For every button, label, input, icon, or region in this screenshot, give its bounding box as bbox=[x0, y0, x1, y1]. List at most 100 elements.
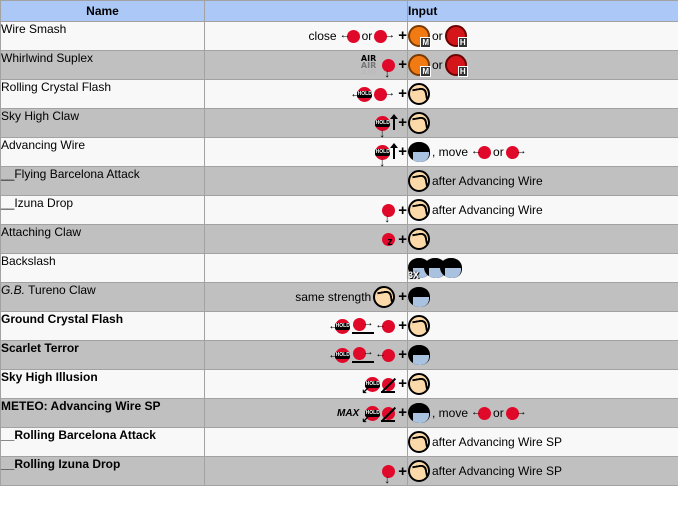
table-row: Wire Smash close ← or → + M or H bbox=[0, 21, 678, 51]
button-input: M or H bbox=[407, 21, 678, 51]
hold-back-icon: ← bbox=[328, 347, 351, 363]
stick-back-icon: ← bbox=[471, 406, 492, 420]
stick-forward-icon: → bbox=[505, 406, 527, 420]
button-input: 3X bbox=[407, 253, 678, 283]
direction-input: ↙ + bbox=[204, 369, 408, 399]
hold-down-back-icon: ↙ bbox=[361, 376, 381, 396]
or-label: or bbox=[432, 58, 443, 72]
punch-heavy-icon: H bbox=[444, 25, 468, 48]
close-label: close bbox=[308, 29, 337, 44]
table-row: Backslash 3X bbox=[0, 253, 678, 283]
direction-input: ← → + bbox=[204, 79, 408, 109]
direction-input: z + bbox=[204, 224, 408, 254]
button-input bbox=[407, 311, 678, 341]
punch-icon bbox=[373, 286, 396, 308]
plus-icon: + bbox=[398, 288, 407, 305]
direction-input bbox=[204, 166, 408, 196]
direction-input: ↓ + bbox=[204, 108, 408, 139]
table-row: __Rolling Izuna Drop ↓ + after Advancing… bbox=[0, 456, 678, 486]
button-input bbox=[407, 108, 678, 138]
move-name: Wire Smash bbox=[0, 21, 205, 51]
button-input bbox=[407, 282, 678, 312]
hold-down-icon: ↓ bbox=[375, 144, 391, 168]
table-row: __Rolling Barcelona Attack after Advanci… bbox=[0, 427, 678, 457]
kick-icon bbox=[408, 142, 430, 162]
stick-forward-charge-icon: → bbox=[352, 347, 375, 363]
direction-input: ← → ← + bbox=[204, 340, 408, 370]
stick-down-icon: ↓ bbox=[382, 204, 396, 224]
move-name: __Rolling Barcelona Attack bbox=[0, 427, 205, 457]
input-note: after Advancing Wire SP bbox=[432, 464, 563, 478]
stick-forward-charge-icon: → bbox=[352, 318, 375, 334]
kick-icon bbox=[408, 345, 430, 365]
table-row: Scarlet Terror ← → ← + bbox=[0, 340, 678, 370]
plus-icon: + bbox=[398, 114, 407, 132]
direction-input: ↓ + bbox=[204, 456, 408, 486]
button-input bbox=[407, 369, 678, 399]
move-name: Ground Crystal Flash bbox=[0, 311, 205, 341]
button-input bbox=[407, 340, 678, 370]
direction-input: AIR AIR AIR ↓ + bbox=[204, 50, 408, 80]
or-label: or bbox=[361, 29, 373, 44]
or-label: or bbox=[432, 29, 443, 43]
button-input: M or H bbox=[407, 50, 678, 80]
header-name: Name bbox=[0, 0, 205, 22]
punch-icon bbox=[408, 170, 430, 192]
move-name: Rolling Crystal Flash bbox=[0, 79, 205, 109]
hold-down-icon: ↓ bbox=[375, 115, 391, 139]
table-row: Ground Crystal Flash ← → ← + bbox=[0, 311, 678, 341]
stick-up-forward-icon bbox=[381, 377, 396, 393]
kick-icon bbox=[408, 287, 430, 307]
or-label: or bbox=[493, 145, 504, 159]
plus-icon: + bbox=[398, 375, 407, 393]
table-row: Sky High Claw ↓ + bbox=[0, 108, 678, 139]
button-input bbox=[407, 79, 678, 109]
punch-medium-icon: M bbox=[408, 25, 431, 48]
move-name: G.B. Tureno Claw bbox=[0, 282, 205, 312]
direction-input: ← → ← + bbox=[204, 311, 408, 341]
plus-icon: + bbox=[398, 230, 407, 248]
plus-icon: + bbox=[398, 201, 407, 219]
table-row: METEO: Advancing Wire SP MAX ↙ + , move … bbox=[0, 398, 678, 428]
punch-icon bbox=[408, 431, 430, 453]
table-row: G.B. Tureno Claw same strength + bbox=[0, 282, 678, 312]
table-row: Attaching Claw z + bbox=[0, 224, 678, 254]
table-row: __Flying Barcelona Attack after Advancin… bbox=[0, 166, 678, 196]
stick-z-motion-icon: z bbox=[382, 233, 396, 248]
button-input: after Advancing Wire bbox=[407, 195, 678, 225]
table-row: Sky High Illusion ↙ + bbox=[0, 369, 678, 399]
stick-down-icon: ↓ bbox=[382, 58, 396, 79]
plus-icon: + bbox=[398, 404, 407, 422]
table-row: Rolling Crystal Flash ← → + bbox=[0, 79, 678, 109]
kick-3x-icon: 3X bbox=[408, 258, 462, 280]
move-list-table: Name Input Wire Smash close ← or → + M o… bbox=[0, 0, 678, 486]
table-row: Whirlwind Suplex AIR AIR AIR ↓ + M or H bbox=[0, 50, 678, 80]
table-row: __Izuna Drop ↓ + after Advancing Wire bbox=[0, 195, 678, 225]
stick-down-icon: ↓ bbox=[382, 465, 396, 485]
button-input: , move ← or → bbox=[407, 398, 678, 428]
move-name: Advancing Wire bbox=[0, 137, 205, 167]
punch-icon bbox=[408, 112, 430, 134]
move-name: Scarlet Terror bbox=[0, 340, 205, 370]
button-input: after Advancing Wire SP bbox=[407, 427, 678, 457]
move-name: __Rolling Izuna Drop bbox=[0, 456, 205, 486]
header-input: Input bbox=[407, 0, 678, 22]
move-name: __Izuna Drop bbox=[0, 195, 205, 225]
direction-input: close ← or → + bbox=[204, 21, 408, 51]
button-input: after Advancing Wire bbox=[407, 166, 678, 196]
punch-medium-icon: M bbox=[408, 54, 431, 77]
punch-icon bbox=[408, 83, 430, 105]
input-note: after Advancing Wire bbox=[432, 203, 543, 217]
plus-icon: + bbox=[398, 85, 407, 103]
move-name: Attaching Claw bbox=[0, 224, 205, 254]
hold-down-back-icon: ↙ bbox=[361, 405, 381, 425]
punch-heavy-icon: H bbox=[444, 54, 468, 77]
button-input bbox=[407, 224, 678, 254]
plus-icon: + bbox=[398, 317, 407, 334]
stick-up-icon bbox=[390, 114, 399, 131]
button-input: , move ← or → bbox=[407, 137, 678, 167]
input-note: after Advancing Wire SP bbox=[432, 435, 563, 449]
air-icon: AIR AIR AIR bbox=[360, 53, 377, 77]
stick-back-icon: ← bbox=[340, 29, 360, 43]
direction-input bbox=[204, 253, 408, 283]
